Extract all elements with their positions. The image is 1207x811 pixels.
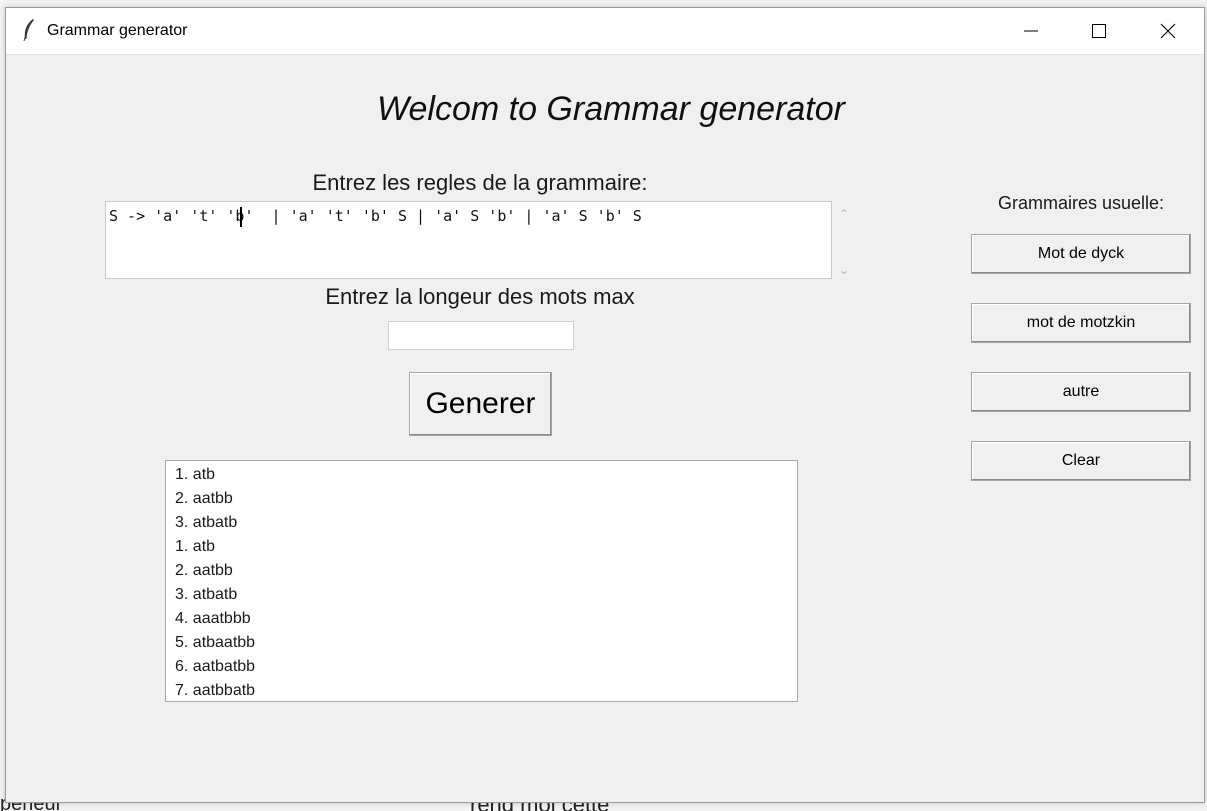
other-button[interactable]: autre <box>971 372 1191 412</box>
app-window: Grammar generator Welcom to Grammar gene… <box>5 7 1205 803</box>
dyck-word-button[interactable]: Mot de dyck <box>971 234 1191 274</box>
maximize-icon <box>1092 24 1106 38</box>
rules-textarea[interactable]: S -> 'a' 't' 'b' | 'a' 't' 'b' S | 'a' S… <box>105 201 832 279</box>
chevron-up-icon[interactable]: ⌃ <box>837 207 851 221</box>
title-bar: Grammar generator <box>6 8 1204 55</box>
rules-label: Entrez les regles de la grammaire: <box>312 170 648 195</box>
window-title: Grammar generator <box>47 22 188 39</box>
list-item[interactable]: 6. aatbatbb <box>166 655 797 679</box>
page-heading: Welcom to Grammar generator <box>377 90 845 128</box>
list-item[interactable]: 1. atb <box>166 535 797 559</box>
close-icon <box>1160 23 1176 39</box>
text-cursor <box>240 207 242 227</box>
list-item[interactable]: 7. aatbbatb <box>166 679 797 701</box>
motzkin-word-button[interactable]: mot de motzkin <box>971 303 1191 343</box>
common-grammars-label: Grammaires usuelle: <box>997 193 1165 213</box>
generate-button[interactable]: Generer <box>409 372 552 436</box>
feather-icon <box>23 19 34 42</box>
results-listbox[interactable]: 1. atb 2. aatbb 3. atbatb 1. atb 2. aatbb 3. … <box>165 460 798 702</box>
clear-button[interactable]: Clear <box>971 441 1191 481</box>
rules-scrollbar[interactable]: ⌃ ⌄ <box>835 205 853 281</box>
minimize-icon <box>1024 30 1038 32</box>
close-button[interactable] <box>1134 8 1202 54</box>
maximize-button[interactable] <box>1065 8 1133 54</box>
main-content: Welcom to Grammar generator Entrez les r… <box>6 55 1204 803</box>
chevron-down-icon[interactable]: ⌄ <box>837 263 851 277</box>
list-item[interactable]: 2. aatbb <box>166 559 797 583</box>
list-item[interactable]: 3. atbatb <box>166 583 797 607</box>
minimize-button[interactable] <box>997 8 1065 54</box>
list-item[interactable]: 3. atbatb <box>166 511 797 535</box>
list-item[interactable]: 1. atb <box>166 463 797 487</box>
length-label: Entrez la longeur des mots max <box>325 284 635 309</box>
max-length-input[interactable] <box>388 321 574 350</box>
list-item[interactable]: 5. atbaatbb <box>166 631 797 655</box>
list-item[interactable]: 2. aatbb <box>166 487 797 511</box>
list-item[interactable]: 4. aaatbbb <box>166 607 797 631</box>
